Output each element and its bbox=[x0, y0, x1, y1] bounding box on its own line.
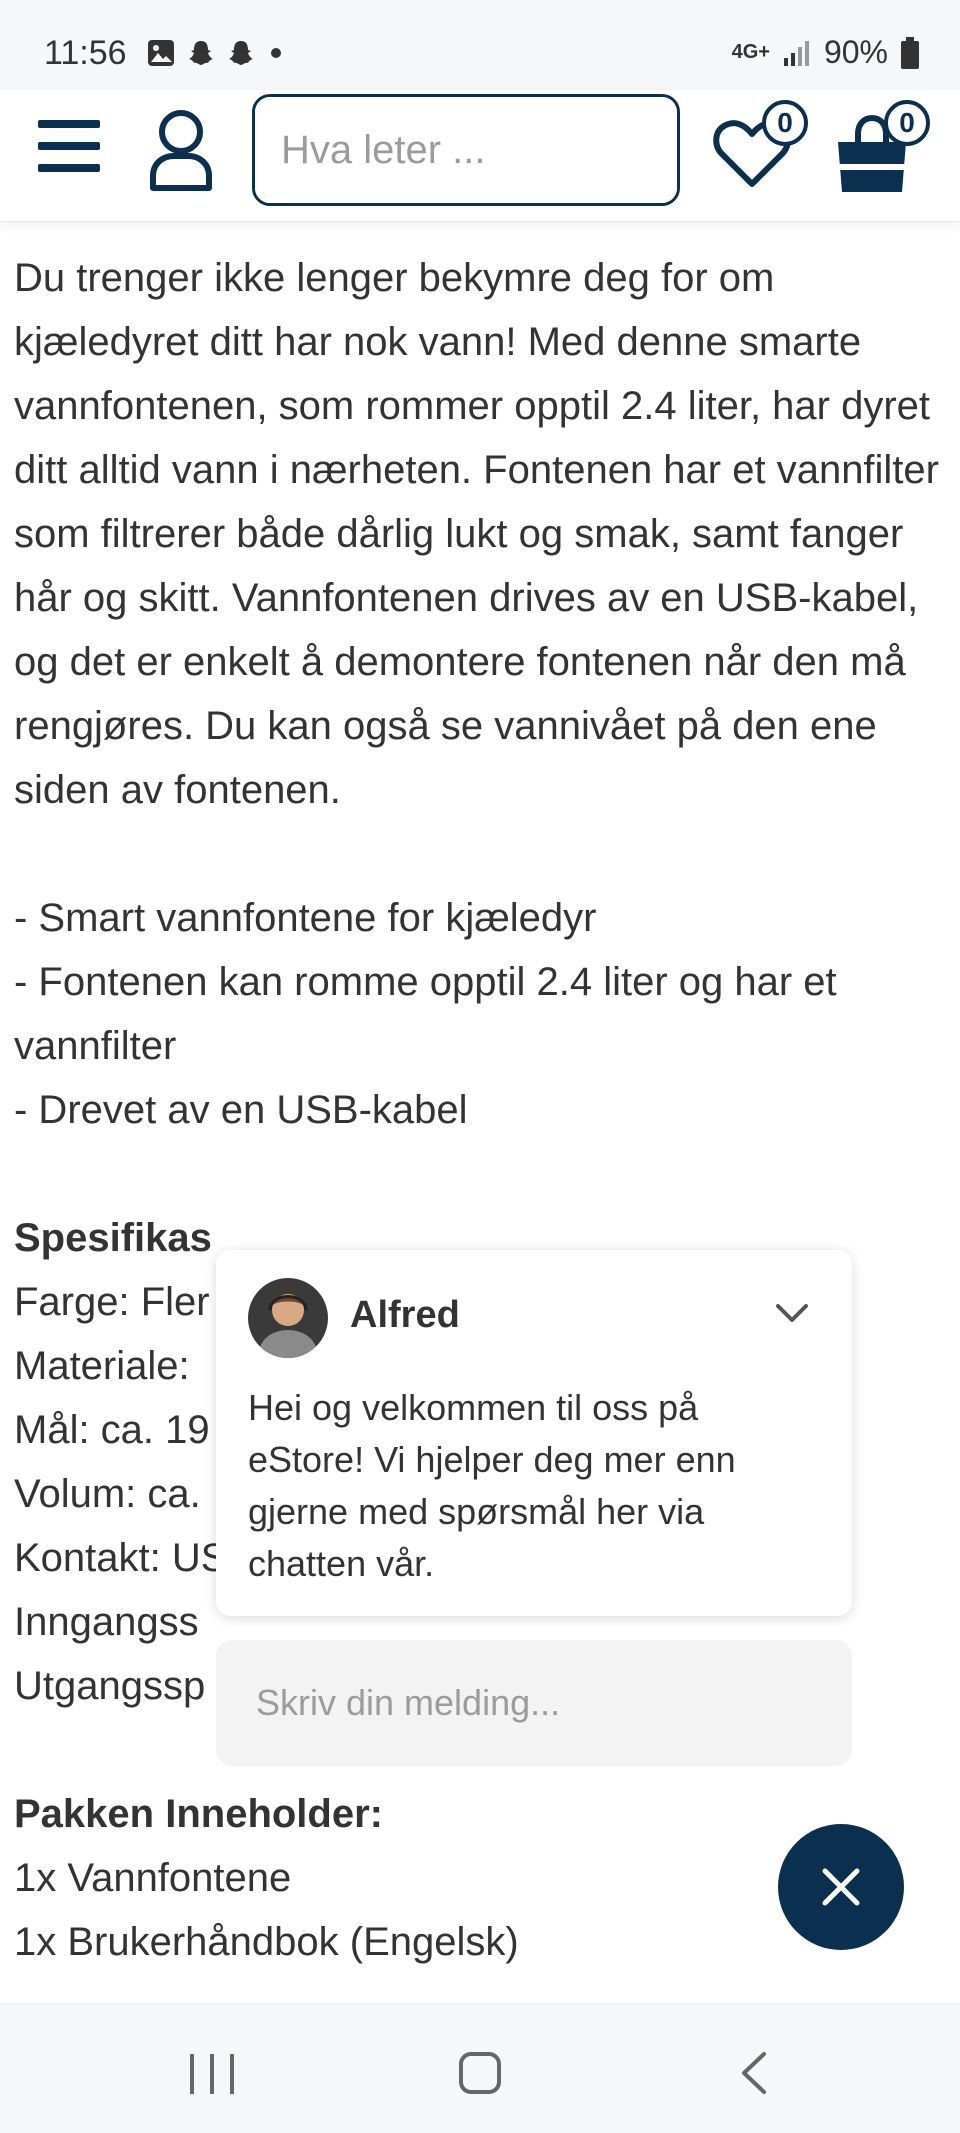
search-bar bbox=[252, 94, 680, 206]
wishlist-count-badge: 0 bbox=[762, 100, 808, 146]
account-icon[interactable] bbox=[148, 108, 214, 192]
status-right: 4G+ 90% bbox=[732, 34, 920, 71]
chat-message-input[interactable] bbox=[216, 1640, 852, 1766]
network-type: 4G+ bbox=[731, 41, 770, 63]
cart-button[interactable]: 0 bbox=[832, 100, 932, 196]
back-icon[interactable] bbox=[734, 2048, 774, 2098]
cart-count-badge: 0 bbox=[884, 100, 930, 146]
wishlist-button[interactable]: 0 bbox=[712, 100, 812, 196]
agent-name: Alfred bbox=[350, 1294, 460, 1336]
bullet-item: - Smart vannfontene for kjæledyr bbox=[14, 896, 597, 940]
bullet-item: - Fontenen kan romme opptil 2.4 liter og… bbox=[14, 960, 837, 1068]
chat-welcome-message: Hei og velkommen til oss på eStore! Vi h… bbox=[248, 1387, 736, 1584]
notification-icons bbox=[146, 38, 286, 68]
dot-icon bbox=[271, 48, 281, 58]
search-input[interactable] bbox=[255, 97, 677, 203]
home-icon[interactable] bbox=[459, 2052, 501, 2094]
site-header: 0 0 bbox=[0, 90, 960, 222]
status-time: 11:56 bbox=[44, 34, 127, 72]
gallery-icon bbox=[148, 40, 174, 66]
agent-avatar bbox=[248, 1278, 328, 1358]
battery-level: 90% bbox=[823, 34, 888, 70]
chat-close-button[interactable] bbox=[778, 1824, 904, 1950]
recent-apps-icon[interactable] bbox=[190, 2054, 234, 2094]
chevron-down-icon[interactable] bbox=[772, 1298, 812, 1328]
chat-popup: Alfred Hei og velkommen til oss på eStor… bbox=[216, 1250, 852, 1616]
close-icon bbox=[822, 1868, 860, 1906]
description-paragraph: Du trenger ikke lenger bekymre deg for o… bbox=[14, 256, 939, 812]
agent-avatar-icon bbox=[248, 1278, 328, 1358]
status-bar: 11:56 4G+ 90% bbox=[0, 0, 960, 90]
snapchat-icon bbox=[229, 41, 253, 65]
bullet-item: - Drevet av en USB-kabel bbox=[14, 1088, 468, 1132]
battery-icon bbox=[901, 36, 919, 69]
snapchat-icon bbox=[189, 41, 213, 65]
system-nav-bar bbox=[0, 2003, 960, 2133]
menu-icon[interactable] bbox=[38, 120, 100, 176]
signal-icon bbox=[783, 40, 809, 66]
